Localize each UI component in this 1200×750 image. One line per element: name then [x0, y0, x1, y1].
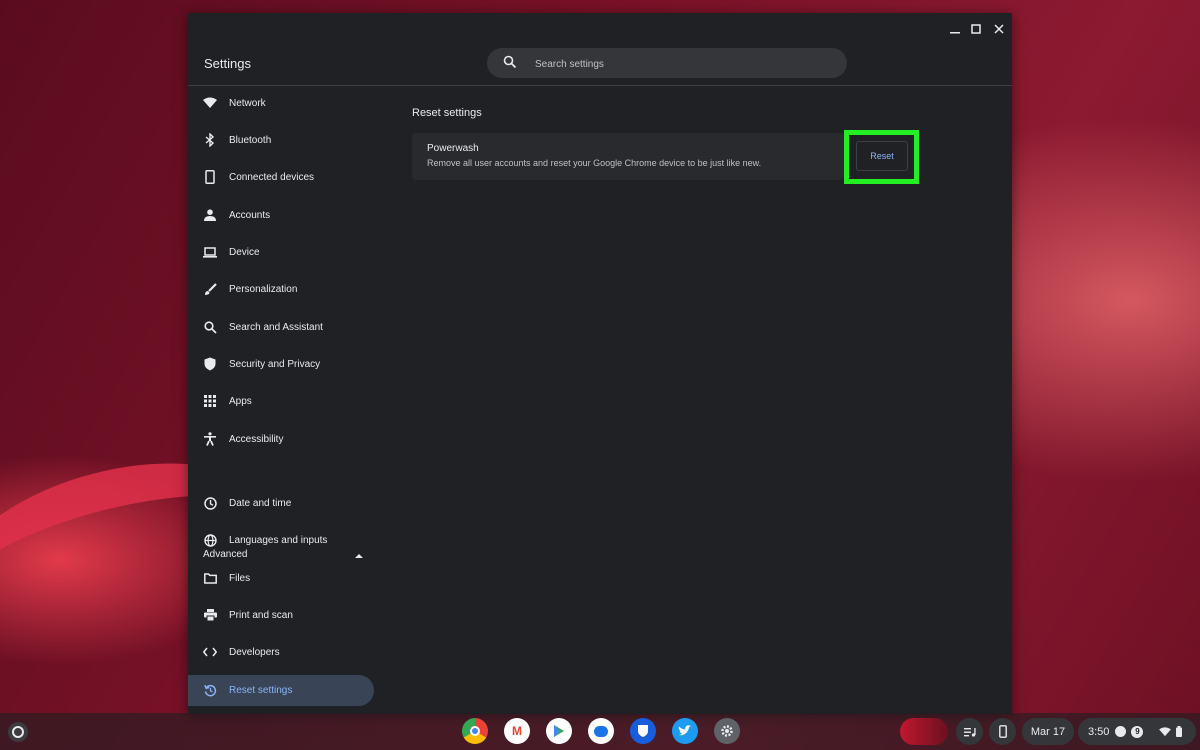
sidebar: Network Bluetooth Connected devices Acco…	[188, 86, 388, 714]
search-input[interactable]	[533, 54, 827, 74]
close-button[interactable]	[988, 18, 1010, 40]
sidebar-item-device[interactable]: Device	[188, 237, 374, 268]
powerwash-description: Remove all user accounts and reset your …	[427, 158, 762, 168]
search-icon	[503, 55, 517, 74]
status-area[interactable]: 3:50 9	[1078, 718, 1196, 745]
maximize-button[interactable]	[965, 18, 987, 40]
bitwarden-icon[interactable]	[630, 718, 656, 744]
search-bar[interactable]	[487, 48, 847, 78]
sidebar-item-label: Files	[229, 573, 251, 584]
bluetooth-icon	[203, 133, 217, 147]
code-icon	[203, 645, 217, 659]
shield-icon	[203, 357, 217, 371]
search-icon	[203, 320, 217, 334]
sidebar-item-languages-and-inputs[interactable]: Languages and inputs	[188, 525, 374, 556]
clock-time: 3:50	[1088, 725, 1110, 738]
play-store-icon[interactable]	[546, 718, 572, 744]
brush-icon	[203, 282, 217, 296]
sidebar-item-print-and-scan[interactable]: Print and scan	[188, 600, 374, 631]
minimize-button[interactable]	[944, 18, 966, 40]
app-title: Settings	[204, 56, 251, 71]
wifi-icon	[1159, 726, 1172, 736]
maximize-icon	[971, 24, 981, 34]
powerwash-title: Powerwash	[427, 143, 479, 154]
sidebar-item-label: Network	[229, 98, 266, 109]
notification-count-badge: 9	[1131, 725, 1144, 738]
settings-window: Settings Network Bluetooth Connec	[188, 13, 1012, 714]
sidebar-item-label: Device	[229, 247, 260, 258]
globe-icon	[203, 533, 217, 547]
sidebar-item-label: Bluetooth	[229, 135, 272, 146]
sidebar-item-label: Search and Assistant	[229, 322, 323, 333]
phone-hub-button[interactable]	[989, 718, 1016, 745]
phone-icon	[998, 725, 1007, 738]
sidebar-item-label: Accounts	[229, 210, 271, 221]
sidebar-item-bluetooth[interactable]: Bluetooth	[188, 125, 374, 156]
notification-icon	[1115, 726, 1127, 737]
sidebar-item-search-and-assistant[interactable]: Search and Assistant	[188, 312, 374, 343]
reset-icon	[203, 683, 217, 697]
sidebar-item-label: Date and time	[229, 498, 292, 509]
sidebar-item-files[interactable]: Files	[188, 563, 374, 594]
sidebar-item-label: Developers	[229, 647, 280, 658]
wifi-icon	[203, 96, 217, 110]
sidebar-item-label: Security and Privacy	[229, 359, 321, 370]
sidebar-item-network[interactable]: Network	[188, 88, 374, 119]
folder-icon	[203, 571, 217, 585]
shelf: M Mar 17 3:50 9	[0, 713, 1200, 750]
title-bar: Settings	[188, 13, 1012, 85]
reset-button[interactable]: Reset	[856, 141, 908, 171]
sidebar-item-developers[interactable]: Developers	[188, 637, 374, 668]
grid-icon	[203, 394, 217, 408]
sidebar-item-personalization[interactable]: Personalization	[188, 274, 374, 305]
date-button[interactable]: Mar 17	[1022, 718, 1074, 745]
phone-icon	[203, 170, 217, 184]
accessibility-icon	[203, 432, 217, 446]
minimize-icon	[950, 32, 960, 34]
twitter-icon[interactable]	[672, 718, 698, 744]
person-icon	[203, 208, 217, 222]
sidebar-item-date-and-time[interactable]: Date and time	[188, 488, 374, 519]
messages-icon[interactable]	[588, 718, 614, 744]
sidebar-item-accounts[interactable]: Accounts	[188, 200, 374, 231]
tote-preview[interactable]	[900, 718, 948, 745]
sidebar-item-label: Languages and inputs	[229, 535, 328, 546]
section-title: Reset settings	[412, 107, 482, 119]
sidebar-item-label: Accessibility	[229, 434, 284, 445]
sidebar-item-connected-devices[interactable]: Connected devices	[188, 162, 374, 193]
powerwash-card: Powerwash Remove all user accounts and r…	[412, 133, 844, 180]
sidebar-item-security-and-privacy[interactable]: Security and Privacy	[188, 349, 374, 380]
sidebar-item-label: Reset settings	[229, 685, 293, 696]
sidebar-item-label: Personalization	[229, 284, 298, 295]
printer-icon	[203, 608, 217, 622]
laptop-icon	[203, 245, 217, 259]
sidebar-item-apps[interactable]: Apps	[188, 386, 374, 417]
media-controls-button[interactable]	[956, 718, 983, 745]
settings-icon[interactable]	[714, 718, 740, 744]
close-icon	[994, 24, 1004, 34]
sidebar-item-reset-settings[interactable]: Reset settings	[188, 675, 374, 706]
gmail-icon[interactable]: M	[504, 718, 530, 744]
chrome-icon[interactable]	[462, 718, 488, 744]
sidebar-item-label: Connected devices	[229, 172, 315, 183]
battery-icon	[1176, 726, 1183, 737]
clock-icon	[203, 496, 217, 510]
sidebar-item-label: Apps	[229, 396, 252, 407]
sidebar-item-label: Print and scan	[229, 610, 293, 621]
sidebar-item-accessibility[interactable]: Accessibility	[188, 424, 374, 455]
playlist-icon	[963, 727, 976, 737]
launcher-button[interactable]	[8, 722, 28, 742]
